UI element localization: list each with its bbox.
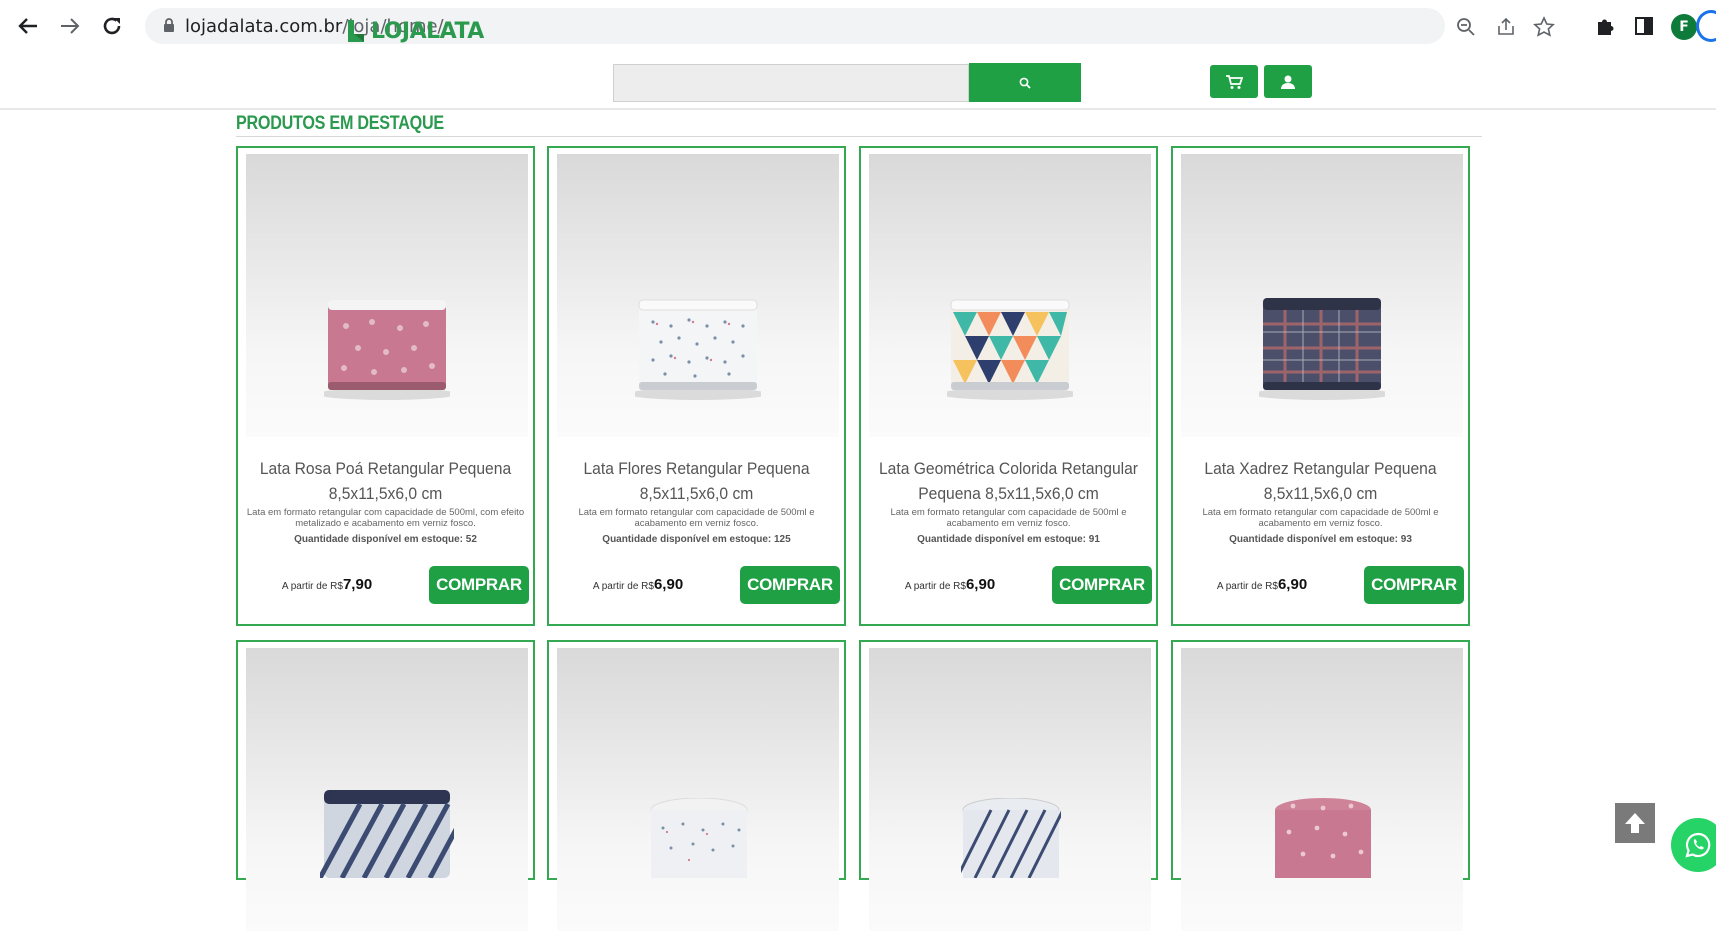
product-name[interactable]: Lata Xadrez Retangular Pequena 8,5x11,5x… <box>1190 456 1450 506</box>
star-icon[interactable] <box>1533 16 1555 38</box>
product-card[interactable] <box>1171 640 1470 931</box>
search-icon <box>1019 77 1031 89</box>
account-button[interactable] <box>1264 65 1312 98</box>
product-price: A partir de R$6,90 <box>1179 576 1345 593</box>
site-logo[interactable]: LOJALATA <box>345 14 484 48</box>
product-price: A partir de R$6,90 <box>867 576 1033 593</box>
share-icon[interactable] <box>1495 16 1517 38</box>
product-card[interactable]: Lata Xadrez Retangular Pequena 8,5x11,5x… <box>1171 146 1470 626</box>
reload-icon[interactable] <box>98 12 126 40</box>
price-prefix: A partir de R$ <box>281 581 343 592</box>
product-image[interactable] <box>869 648 1151 931</box>
product-card[interactable]: Lata Flores Retangular Pequena 8,5x11,5x… <box>547 146 846 626</box>
url-host: lojadalata.com.br <box>185 16 343 37</box>
price-prefix: A partir de R$ <box>592 581 654 592</box>
side-panel-icon[interactable] <box>1633 15 1655 37</box>
profile-ring[interactable] <box>1696 10 1716 42</box>
product-image[interactable] <box>557 648 839 931</box>
profile-avatar[interactable]: F <box>1671 14 1697 40</box>
lock-icon <box>164 18 174 32</box>
section-title: PRODUTOS EM DESTAQUE <box>236 113 444 134</box>
product-card[interactable] <box>236 640 535 931</box>
extensions-puzzle-icon[interactable] <box>1594 15 1616 37</box>
product-image[interactable] <box>869 154 1151 437</box>
product-name[interactable]: Lata Flores Retangular Pequena 8,5x11,5x… <box>566 456 826 506</box>
product-card[interactable] <box>547 640 846 931</box>
product-stock: Quantidade disponível em estoque: 93 <box>1229 534 1412 545</box>
buy-button[interactable]: COMPRAR <box>429 566 529 604</box>
buy-button[interactable]: COMPRAR <box>1364 566 1464 604</box>
price-prefix: A partir de R$ <box>1216 581 1278 592</box>
product-name[interactable]: Lata Rosa Poá Retangular Pequena 8,5x11,… <box>255 456 515 506</box>
price-value: 6,90 <box>1277 576 1308 593</box>
buy-button[interactable]: COMPRAR <box>740 566 840 604</box>
buy-button[interactable]: COMPRAR <box>1052 566 1152 604</box>
product-description: Lata em formato retangular com capacidad… <box>246 507 525 529</box>
back-arrow-icon[interactable] <box>14 12 42 40</box>
product-card[interactable]: Lata Rosa Poá Retangular Pequena 8,5x11,… <box>236 146 535 626</box>
user-icon <box>1281 75 1295 89</box>
cart-button[interactable] <box>1210 65 1258 98</box>
whatsapp-icon <box>1685 832 1711 858</box>
browser-toolbar: lojadalata.com.br/loja/home/ F <box>0 0 1716 52</box>
product-description: Lata em formato retangular com capacidad… <box>890 507 1127 529</box>
arrow-up-icon <box>1625 813 1645 833</box>
product-image[interactable] <box>246 154 528 437</box>
product-description: Lata em formato retangular com capacidad… <box>1202 507 1439 529</box>
product-stock: Quantidade disponível em estoque: 125 <box>602 534 791 545</box>
forward-arrow-icon[interactable] <box>56 12 84 40</box>
price-value: 6,90 <box>653 576 684 593</box>
product-image[interactable] <box>1181 154 1463 437</box>
logo-text: LOJALATA <box>371 18 484 44</box>
product-image[interactable] <box>557 154 839 437</box>
product-price: A partir de R$7,90 <box>244 576 410 593</box>
logo-mark-icon <box>345 17 367 45</box>
scroll-to-top-button[interactable] <box>1615 803 1655 843</box>
price-value: 6,90 <box>965 576 996 593</box>
product-price: A partir de R$6,90 <box>555 576 721 593</box>
cart-icon <box>1226 74 1243 89</box>
search-input[interactable] <box>613 64 969 102</box>
product-card[interactable] <box>859 640 1158 931</box>
price-value: 7,90 <box>342 576 373 593</box>
product-description: Lata em formato retangular com capacidad… <box>578 507 815 529</box>
price-prefix: A partir de R$ <box>904 581 966 592</box>
product-stock: Quantidade disponível em estoque: 52 <box>294 534 477 545</box>
product-image[interactable] <box>246 648 528 931</box>
address-bar[interactable]: lojadalata.com.br/loja/home/ <box>145 8 1555 44</box>
product-card[interactable]: Lata Geométrica Colorida Retangular Pequ… <box>859 146 1158 626</box>
section-divider <box>236 136 1482 137</box>
product-image[interactable] <box>1181 648 1463 931</box>
whatsapp-button[interactable] <box>1671 818 1716 872</box>
zoom-icon[interactable] <box>1455 16 1477 38</box>
product-name[interactable]: Lata Geométrica Colorida Retangular Pequ… <box>878 456 1138 506</box>
product-stock: Quantidade disponível em estoque: 91 <box>917 534 1100 545</box>
search-button[interactable] <box>969 63 1081 102</box>
